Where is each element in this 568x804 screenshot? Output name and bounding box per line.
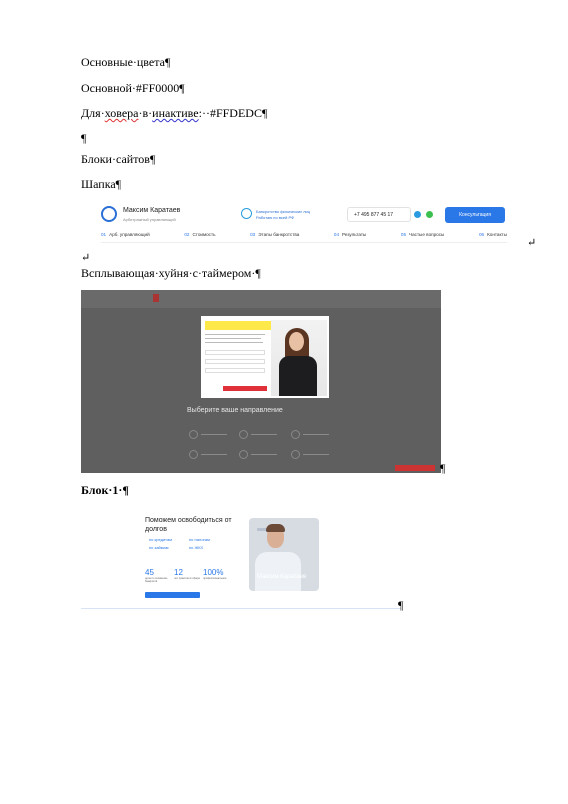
debt-item: по налогам bbox=[189, 537, 210, 542]
nav-item: 05 Частые вопросы bbox=[401, 232, 444, 237]
line-header: Шапка¶ bbox=[81, 177, 122, 191]
stat-value: 12 bbox=[174, 568, 183, 577]
text-part: ·в· bbox=[138, 106, 153, 120]
paragraph-mark: ¶ bbox=[398, 598, 404, 612]
nav-num: 04 bbox=[333, 232, 340, 237]
timer-badge bbox=[395, 465, 435, 471]
nav-item: 06 Контакты bbox=[479, 232, 507, 237]
nav-label: Арб. управляющий bbox=[109, 232, 150, 237]
line-break-mark: ↵ bbox=[81, 252, 91, 264]
debt-item: по кредитам bbox=[149, 537, 172, 542]
popup-screenshot: Выберите ваше направление bbox=[81, 290, 441, 473]
nav-num: 05 bbox=[400, 232, 407, 237]
block1-screenshot: Поможем освободиться от долгов по кредит… bbox=[81, 504, 401, 609]
direction-label bbox=[251, 434, 277, 435]
cta-button bbox=[145, 592, 200, 598]
submit-button bbox=[223, 386, 267, 391]
line-block1-title: Блок·1·¶ bbox=[81, 483, 129, 497]
timer-popup bbox=[201, 316, 329, 398]
header-screenshot: Максим Каратаев Арбитражный управляющий … bbox=[81, 198, 513, 246]
logo-icon bbox=[101, 206, 117, 222]
telegram-icon bbox=[414, 211, 421, 218]
direction-label bbox=[201, 454, 227, 455]
direction-label bbox=[201, 434, 227, 435]
text-part: ховера bbox=[104, 106, 139, 120]
direction-icon bbox=[291, 430, 300, 439]
section-title: Выберите ваше направление bbox=[187, 407, 283, 414]
stat-label: лет практики в сфере bbox=[174, 577, 201, 580]
phone-field: +7 495 877 45 17 bbox=[347, 207, 411, 222]
form-field bbox=[205, 359, 265, 364]
card-name: Максим Каратаев bbox=[257, 574, 307, 580]
check-icon bbox=[241, 208, 252, 219]
direction-icon bbox=[189, 430, 198, 439]
header-subtitle: Арбитражный управляющий bbox=[123, 217, 176, 222]
form-field bbox=[205, 350, 265, 355]
stat-value: 100% bbox=[203, 568, 224, 577]
nav-item: 03 Этапы банкротства bbox=[250, 232, 299, 237]
nav-num: 06 bbox=[478, 232, 485, 237]
text-part: :· bbox=[198, 106, 206, 120]
paragraph-mark: ¶ bbox=[440, 461, 446, 475]
stat-label: дела по снижению банкротов bbox=[145, 577, 168, 583]
direction-icon bbox=[239, 450, 248, 459]
direction-label bbox=[303, 454, 329, 455]
nav-num: 02 bbox=[184, 232, 190, 237]
direction-label bbox=[303, 434, 329, 435]
debt-item: по ЖКХ bbox=[189, 545, 204, 550]
header-badge: Банкротство физических лиц Работаю по все… bbox=[256, 209, 310, 221]
header-name: Максим Каратаев bbox=[123, 207, 181, 214]
text-line bbox=[205, 338, 261, 339]
text-line bbox=[205, 334, 265, 335]
nav-label: Результаты bbox=[342, 232, 367, 237]
photo-part bbox=[289, 332, 304, 351]
direction-label bbox=[251, 454, 277, 455]
header-nav: 01 Арб. управляющий 02 Стоимость 03 Этапы б… bbox=[101, 232, 507, 237]
line-site-blocks: Блоки·сайтов¶ bbox=[81, 152, 156, 166]
direction-icon bbox=[239, 430, 248, 439]
highlight-banner bbox=[205, 321, 281, 330]
nav-item: 01 Арб. управляющий bbox=[101, 232, 150, 237]
nav-item: 04 Результаты bbox=[334, 232, 366, 237]
line-break-mark: ↵ bbox=[527, 237, 537, 249]
badge-line: Банкротство физических лиц bbox=[256, 209, 311, 214]
line-main-colors: Основные·цвета¶ bbox=[81, 55, 171, 69]
nav-num: 03 bbox=[250, 232, 256, 237]
whatsapp-icon bbox=[426, 211, 433, 218]
debt-item: по займам bbox=[149, 545, 169, 550]
nav-label: Частые вопросы bbox=[409, 232, 445, 237]
line-primary-color: Основной·#FF0000¶ bbox=[81, 81, 185, 95]
nav-label: Контакты bbox=[487, 232, 507, 237]
line-empty: ¶ bbox=[81, 131, 87, 145]
profile-card: Максим Каратаев bbox=[249, 518, 319, 591]
text-part: Для· bbox=[81, 106, 105, 120]
site-topbar bbox=[81, 290, 441, 308]
line-popup-title: Всплывающая·хуйня·с·таймером·¶ bbox=[81, 266, 261, 280]
text-part: ·#FFDEDC¶ bbox=[205, 106, 268, 120]
photo-part bbox=[255, 552, 301, 591]
nav-label: Этапы банкротства bbox=[258, 232, 300, 237]
stat-value: 45 bbox=[145, 568, 154, 577]
nav-item: 02 Стоимость bbox=[184, 232, 215, 237]
nav-num: 01 bbox=[101, 232, 107, 237]
nav-label: Стоимость bbox=[192, 232, 216, 237]
text-part: инактиве bbox=[152, 106, 199, 120]
stat-label: профессиональное bbox=[203, 577, 227, 580]
direction-icon bbox=[189, 450, 198, 459]
consultation-button: Консультация bbox=[445, 207, 505, 223]
block1-heading: Поможем освободиться от долгов bbox=[145, 517, 232, 533]
photo-part bbox=[279, 356, 317, 396]
text-line bbox=[205, 342, 263, 343]
line-hover-color: Для·ховера·в·инактиве:··#FFDEDC¶ bbox=[81, 106, 267, 120]
badge-line: Работаю по всей РФ bbox=[256, 215, 295, 220]
form-field bbox=[205, 368, 265, 373]
divider bbox=[101, 242, 507, 243]
shield-icon bbox=[153, 294, 159, 302]
photo-part bbox=[266, 524, 285, 532]
direction-icon bbox=[291, 450, 300, 459]
